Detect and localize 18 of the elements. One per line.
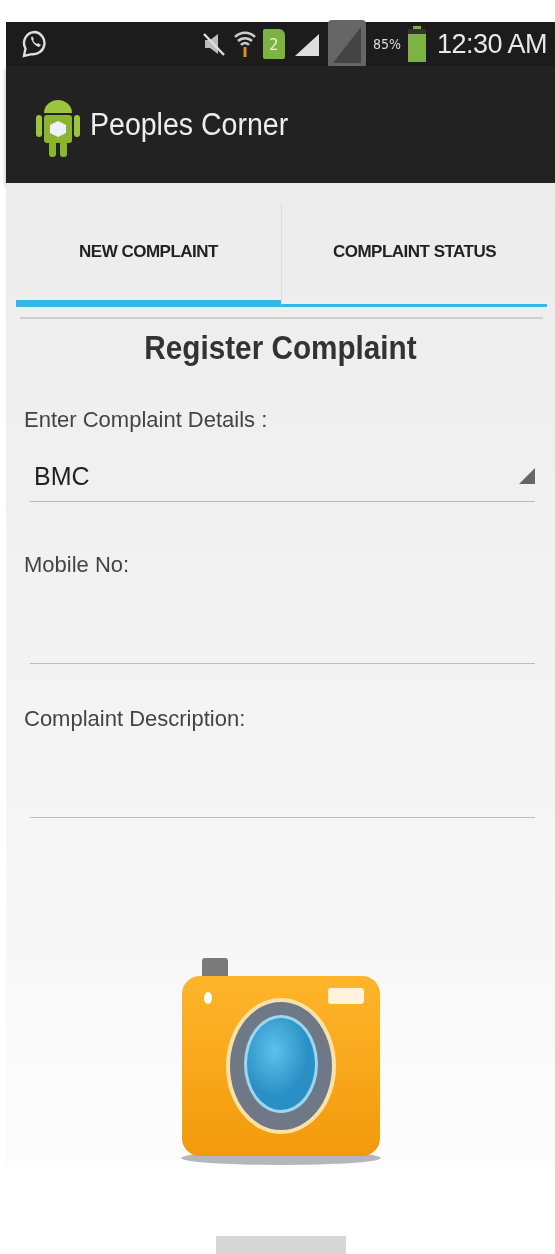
field-label: Enter Complaint Details : (24, 407, 269, 433)
clock: 12:30 AM (436, 28, 547, 60)
action-button[interactable] (215, 1236, 346, 1254)
dropdown-corner-icon (519, 468, 535, 484)
chat-app-icon (22, 30, 48, 58)
form-heading: Register Complaint (143, 329, 418, 367)
sim-badge: 2 (262, 29, 285, 59)
category-dropdown[interactable]: BMC (30, 451, 535, 502)
field-label: Complaint Description: (24, 706, 247, 732)
tab[interactable]: NEW COMPLAINT (16, 203, 281, 307)
tab[interactable]: COMPLAINT STATUS (281, 203, 547, 307)
battery-percent: 85% (372, 36, 401, 52)
signal-icon (326, 19, 367, 69)
mute-icon (200, 31, 227, 57)
battery-icon (406, 26, 427, 62)
field-label: Mobile No: (24, 552, 131, 578)
wifi-icon (232, 29, 257, 59)
app-title: Peoples Corner (90, 106, 289, 143)
